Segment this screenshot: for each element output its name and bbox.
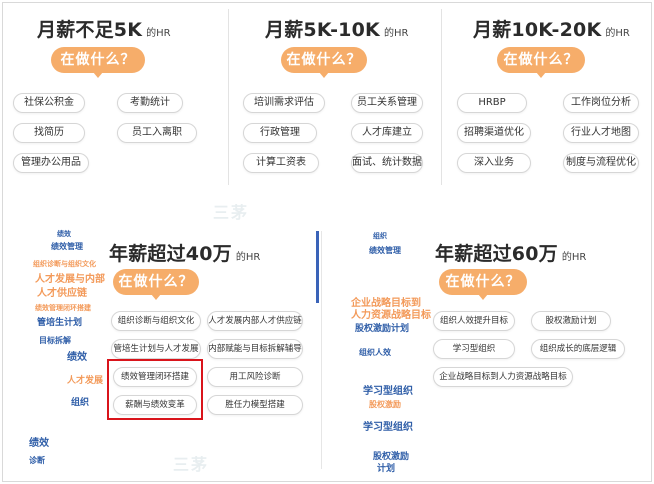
tag-employee-relations: 员工关系管理 xyxy=(351,93,423,113)
title-hr: 的HR xyxy=(383,28,409,39)
wc-word: 绩效管理 xyxy=(369,246,401,255)
tag-internal-enablement: 内部赋能与目标拆解辅导 xyxy=(207,339,303,359)
wc-word: 管培生计划 xyxy=(37,318,83,328)
tag-management-trainee: 管培生计划与人才发展 xyxy=(111,339,201,359)
what-doing-label: 在做什么？ xyxy=(118,274,194,290)
wc-word: 组织 xyxy=(71,398,90,408)
wc-word: 诊断 xyxy=(29,456,45,465)
wc-word: 人力资源战略目标 xyxy=(351,310,431,321)
tag-process-optimization: 制度与流程优化 xyxy=(563,153,639,173)
tag-find-resume: 找简历 xyxy=(13,123,85,143)
what-doing-button: 在做什么？ xyxy=(51,47,145,78)
tag-attendance: 考勤统计 xyxy=(117,93,183,113)
wc-word: 绩效 xyxy=(57,230,71,238)
tag-internal-talent-chain: 人才发展内部人才供应链 xyxy=(207,311,303,331)
tag-learning-org: 学习型组织 xyxy=(433,339,515,359)
tag-job-analysis: 工作岗位分析 xyxy=(563,93,639,113)
title-text: 月薪不足5K xyxy=(37,19,143,41)
title-hr: 的HR xyxy=(235,252,261,263)
tag-org-diagnosis: 组织诊断与组织文化 xyxy=(111,311,201,331)
tag-training-needs: 培训需求评估 xyxy=(243,93,325,113)
tag-org-efficiency: 组织人效提升目标 xyxy=(433,311,515,331)
wc-word: 绩效管理 xyxy=(51,242,83,251)
tag-social-insurance: 社保公积金 xyxy=(13,93,85,113)
tag-talent-map: 行业人才地图 xyxy=(563,123,639,143)
tag-talent-pool: 人才库建立 xyxy=(351,123,423,143)
section-title-5k-10k: 月薪5K-10K 的HR xyxy=(265,15,408,42)
wc-word: 学习型组织 xyxy=(363,422,413,433)
tag-recruit-channel: 招聘渠道优化 xyxy=(457,123,531,143)
tag-deep-business: 深入业务 xyxy=(457,153,531,173)
tag-employment-risk: 用工风险诊断 xyxy=(207,367,303,387)
what-doing-label: 在做什么？ xyxy=(60,52,136,68)
wc-word: 人才发展 xyxy=(67,376,104,386)
wc-word: 绩效管理闭环搭建 xyxy=(35,304,91,312)
wc-word: 组织诊断与组织文化 xyxy=(33,260,96,268)
tag-office-supplies: 管理办公用品 xyxy=(13,153,89,173)
tag-equity-incentive: 股权激励计划 xyxy=(531,311,611,331)
infographic-panel: 月薪不足5K 的HR 在做什么？ 社保公积金 考勤统计 找简历 员工入离职 管理办… xyxy=(2,2,652,482)
tag-strategy-to-hr: 企业战略目标到人力资源战略目标 xyxy=(433,367,573,387)
what-doing-button: 在做什么？ xyxy=(497,47,585,78)
section-title-10k-20k: 月薪10K-20K 的HR xyxy=(473,15,630,42)
tag-onboarding: 员工入离职 xyxy=(117,123,197,143)
what-doing-label: 在做什么？ xyxy=(286,52,362,68)
wc-word: 人才发展与内部 xyxy=(35,274,105,285)
title-hr: 的HR xyxy=(146,28,171,39)
wc-word: 组织人效 xyxy=(359,348,391,357)
what-doing-label: 在做什么？ xyxy=(503,52,579,68)
wc-word: 绩效 xyxy=(29,438,49,449)
what-doing-button: 在做什么？ xyxy=(439,269,527,300)
tag-competency-model: 胜任力模型搭建 xyxy=(207,395,303,415)
wc-word: 组织 xyxy=(373,232,387,240)
title-hr: 的HR xyxy=(561,252,587,263)
wc-word: 计划 xyxy=(377,464,396,474)
column-divider xyxy=(321,231,322,469)
title-text: 年薪超过40万 xyxy=(109,243,232,265)
what-doing-button: 在做什么？ xyxy=(281,47,367,78)
title-text: 年薪超过60万 xyxy=(435,243,558,265)
tag-admin: 行政管理 xyxy=(243,123,317,143)
wc-word: 目标拆解 xyxy=(39,336,71,345)
wc-word: 股权激励 xyxy=(373,452,410,462)
tag-interview-stats: 面试、统计数据 xyxy=(351,153,423,173)
wc-word: 人才供应链 xyxy=(37,288,87,299)
tag-payroll: 计算工资表 xyxy=(243,153,319,173)
tag-org-growth-logic: 组织成长的底层逻辑 xyxy=(531,339,625,359)
highlight-box xyxy=(107,359,203,420)
section-title-400k: 年薪超过40万 的HR xyxy=(109,239,260,266)
what-doing-button: 在做什么？ xyxy=(113,269,199,300)
watermark-logo: 三茅 xyxy=(213,203,250,222)
column-divider xyxy=(228,9,229,185)
column-divider xyxy=(441,9,442,185)
word-cloud-figure-left: 绩效 绩效管理 组织诊断与组织文化 人才发展与内部 人才供应链 绩效管理闭环搭建… xyxy=(23,227,105,467)
wc-word: 股权激励计划 xyxy=(355,324,410,334)
section-title-600k: 年薪超过60万 的HR xyxy=(435,239,586,266)
wc-word: 企业战略目标到 xyxy=(351,298,421,309)
wc-word: 股权激励 xyxy=(369,400,401,409)
wc-word: 学习型组织 xyxy=(363,386,413,397)
watermark-logo: 三茅 xyxy=(173,455,210,474)
accent-divider xyxy=(316,231,319,303)
title-hr: 的HR xyxy=(605,28,630,39)
what-doing-label: 在做什么？ xyxy=(445,274,521,290)
tag-hrbp: HRBP xyxy=(457,93,527,113)
section-title-under-5k: 月薪不足5K 的HR xyxy=(37,15,171,42)
wc-word: 绩效 xyxy=(67,352,87,363)
title-text: 月薪10K-20K xyxy=(473,19,602,41)
word-cloud-figure-right: 组织 绩效管理 企业战略目标到 人力资源战略目标 股权激励计划 组织人效 学习型… xyxy=(329,227,431,477)
title-text: 月薪5K-10K xyxy=(265,19,380,41)
